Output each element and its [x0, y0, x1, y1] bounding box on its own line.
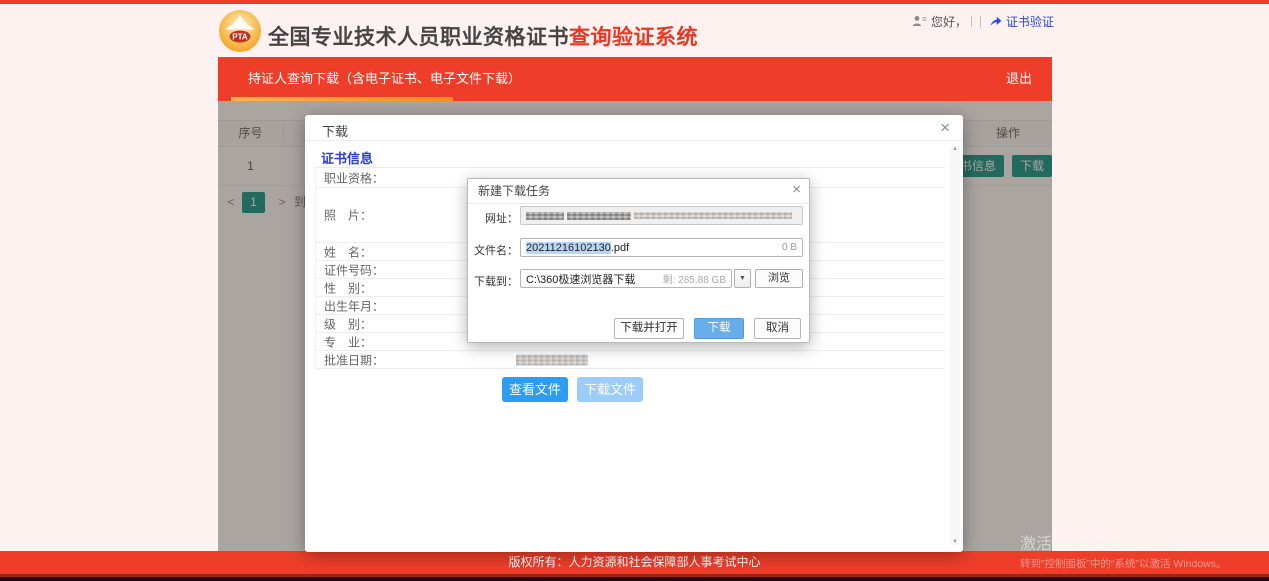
- filename-extension: .pdf: [611, 242, 629, 254]
- greeting-text: 您好，: [931, 13, 967, 30]
- dialog-close-icon[interactable]: ×: [792, 181, 801, 198]
- label-occupation: 职业资格：: [324, 169, 384, 186]
- file-size: 0 B: [782, 242, 797, 253]
- certificate-verify-link[interactable]: 证书验证: [1006, 13, 1054, 30]
- share-arrow-icon: [989, 16, 1002, 27]
- user-greeting-bar: 您好， | 证书验证: [912, 13, 1054, 29]
- label-id-number: 证件号码：: [324, 261, 384, 278]
- label-birth: 出生年月：: [324, 297, 384, 314]
- label-photo: 照 片：: [324, 207, 372, 224]
- cert-info-section-title: 证书信息: [321, 148, 373, 167]
- dialog-title: 新建下载任务: [478, 179, 550, 204]
- free-space: 剩: 285.88 GB: [663, 271, 726, 286]
- saveto-dropdown-icon[interactable]: ▼: [734, 269, 751, 288]
- svg-text:PTA: PTA: [232, 33, 248, 42]
- top-accent-strip: [0, 0, 1269, 4]
- main-navbar: 持证人查询下载（含电子证书、电子文件下载） 退出: [218, 57, 1052, 101]
- site-title-main: 全国专业技术人员职业资格证书: [268, 26, 569, 49]
- modal-close-icon[interactable]: ×: [940, 118, 950, 138]
- filename-label: 文件名：: [472, 242, 518, 258]
- filename-selected-text: 20211216102130: [526, 242, 611, 254]
- browse-button[interactable]: 浏览: [755, 269, 803, 288]
- saveto-label: 下载到：: [472, 273, 518, 289]
- bottom-edge-strip: [0, 577, 1269, 581]
- form-row-approve-date: 批准日期：: [316, 351, 945, 369]
- redacted-approve-date: [516, 354, 588, 365]
- download-and-open-button[interactable]: 下载并打开: [614, 318, 684, 339]
- redacted-url-segment: [526, 212, 564, 220]
- saveto-path: C:\360极速浏览器下载: [526, 271, 635, 287]
- scroll-up-icon[interactable]: ▲: [950, 146, 960, 152]
- label-major: 专 业：: [324, 333, 372, 350]
- url-label: 网址：: [472, 210, 518, 226]
- saveto-input[interactable]: C:\360极速浏览器下载 剩: 285.88 GB: [520, 269, 732, 288]
- redacted-url-segment: [567, 212, 631, 220]
- url-input[interactable]: [520, 206, 803, 225]
- modal-header: 下载 ×: [305, 115, 963, 141]
- scroll-down-icon[interactable]: ▼: [950, 539, 960, 545]
- tab-holder-query-download[interactable]: 持证人查询下载（含电子证书、电子文件下载）: [248, 57, 521, 101]
- logout-button[interactable]: 退出: [1006, 57, 1032, 101]
- user-icon: [912, 15, 927, 27]
- cancel-button[interactable]: 取消: [754, 318, 801, 339]
- redacted-url-segment: [634, 212, 792, 219]
- site-title-accent: 查询验证系统: [569, 26, 698, 49]
- modal-title: 下载: [322, 121, 348, 140]
- new-download-task-dialog: 新建下载任务 × 网址： 文件名： 20211216102130 .pdf 0 …: [467, 178, 810, 343]
- download-button[interactable]: 下载: [694, 318, 744, 339]
- modal-scrollbar[interactable]: ▲ ▼: [950, 144, 960, 547]
- label-level: 级 别：: [324, 315, 372, 332]
- label-approve-date: 批准日期：: [324, 351, 384, 368]
- greeting-separator: |: [979, 14, 982, 28]
- label-name: 姓 名：: [324, 243, 372, 260]
- pta-logo-icon: PTA: [218, 9, 262, 53]
- site-title: 全国专业技术人员职业资格证书查询验证系统: [268, 21, 698, 51]
- download-file-button[interactable]: 下载文件: [577, 377, 643, 402]
- filename-input[interactable]: 20211216102130 .pdf 0 B: [520, 238, 803, 257]
- footer-copyright: 版权所有：人力资源和社会保障部人事考试中心: [0, 551, 1269, 574]
- view-file-button[interactable]: 查看文件: [502, 377, 568, 402]
- dialog-header: 新建下载任务 ×: [468, 179, 809, 204]
- redacted-username: [971, 16, 972, 27]
- label-gender: 性 别：: [324, 279, 372, 296]
